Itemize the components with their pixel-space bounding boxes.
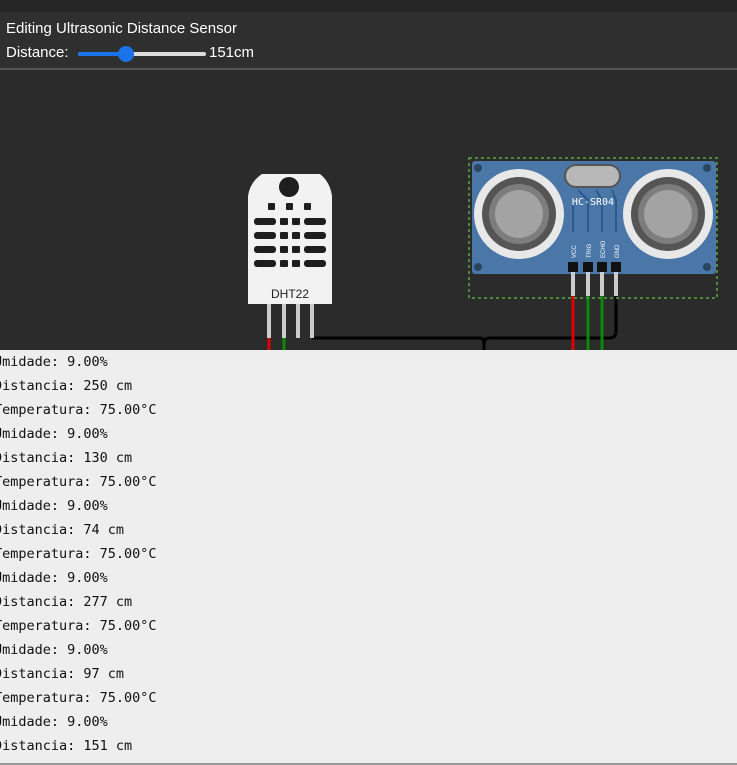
serial-monitor-output[interactable]: Umidade: 9.00% Distancia: 250 cm Temperatu…: [0, 350, 737, 765]
dht-mount-hole: [279, 177, 299, 197]
serial-line: Umidade: 9.00%: [0, 498, 108, 514]
distance-value: 151cm: [209, 44, 255, 61]
hcsr04-hole-tr: [703, 164, 711, 172]
distance-label: Distance:: [6, 44, 69, 61]
serial-line: Temperatura: 75.00°C: [0, 474, 157, 490]
dht22-sensor[interactable]: DHT22: [248, 174, 332, 338]
part-editor-panel: Editing Ultrasonic Distance Sensor Dista…: [0, 12, 737, 70]
serial-line: Temperatura: 75.00°C: [0, 402, 157, 418]
wire-ground-right[interactable]: [482, 296, 618, 345]
hcsr04-sensor[interactable]: HC-SR04 VCC TRIG ECHO GND: [468, 157, 718, 299]
pin-label-vcc: VCC: [572, 245, 578, 258]
hcsr04-hole-br: [703, 263, 711, 271]
hcsr04-label: HC-SR04: [572, 197, 614, 208]
serial-line: Temperatura: 75.00°C: [0, 690, 157, 706]
serial-line: Distancia: 130 cm: [0, 450, 133, 466]
dht-label: DHT22: [271, 287, 309, 301]
slider-thumb[interactable]: [118, 46, 135, 62]
serial-line: Distancia: 97 cm: [0, 666, 125, 682]
serial-line: Umidade: 9.00%: [0, 714, 108, 730]
pin-label-gnd: GND: [615, 244, 621, 258]
transducer-right: [623, 169, 713, 259]
serial-line: Temperatura: 75.00°C: [0, 546, 157, 562]
crystal-oscillator: [564, 164, 621, 188]
hcsr04-hole-tl: [474, 164, 482, 172]
serial-line: Temperatura: 75.00°C: [0, 618, 157, 634]
serial-line: Distancia: 250 cm: [0, 378, 133, 394]
distance-slider[interactable]: [78, 46, 206, 62]
serial-line: Distancia: 74 cm: [0, 522, 125, 538]
transducer-left: [474, 169, 564, 259]
pin-label-trig: TRIG: [587, 243, 593, 258]
serial-line: Umidade: 9.00%: [0, 570, 108, 586]
circuit-diagram: DHT22 HC-SR04 VCC TRIG ECHO GND: [248, 157, 718, 350]
pin-label-echo: ECHO: [601, 240, 607, 258]
serial-line: Distancia: 277 cm: [0, 594, 133, 610]
wires: [267, 296, 618, 350]
top-strip: [0, 0, 737, 12]
serial-line: Umidade: 9.00%: [0, 642, 108, 658]
editor-title: Editing Ultrasonic Distance Sensor: [6, 20, 237, 37]
hcsr04-hole-bl: [474, 263, 482, 271]
serial-line: Distancia: 151 cm: [0, 738, 133, 754]
wire-ground-left[interactable]: [312, 336, 486, 350]
serial-line: Umidade: 9.00%: [0, 354, 108, 370]
serial-line: Umidade: 9.00%: [0, 426, 108, 442]
simulation-canvas[interactable]: DHT22 HC-SR04 VCC TRIG ECHO GND: [0, 70, 737, 350]
